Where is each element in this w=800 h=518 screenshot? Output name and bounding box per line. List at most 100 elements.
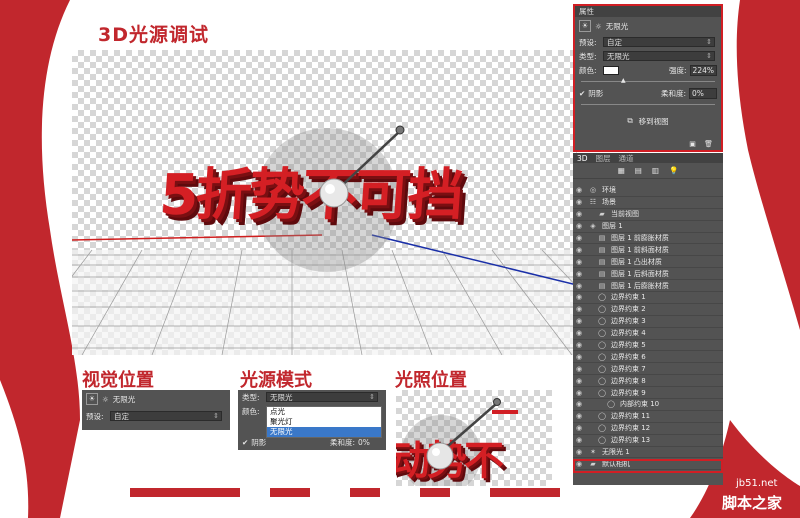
layer-row[interactable]: ◉ ◯ 边界约束 5 xyxy=(573,340,723,352)
layer-row[interactable]: ◉ ◯ 边界约束 8 xyxy=(573,375,723,388)
option-point-light[interactable]: 点光 xyxy=(267,407,381,417)
visibility-eye-icon[interactable]: ◉ xyxy=(573,448,585,456)
layer-row[interactable]: ◉ ▰ 默认相机 xyxy=(573,458,723,471)
visibility-eye-icon[interactable]: ◉ xyxy=(573,282,585,290)
visibility-eye-icon[interactable]: ◉ xyxy=(573,329,585,337)
render-icon[interactable]: ▣ xyxy=(689,140,696,148)
filter-material-icon[interactable]: ▥ xyxy=(652,166,659,175)
softness-field[interactable]: 0% xyxy=(689,87,717,99)
layer-row[interactable]: ◉ ◯ 内部约束 10 xyxy=(573,399,723,411)
slider-thumb-icon[interactable]: ▲ xyxy=(621,77,626,84)
visibility-eye-icon[interactable]: ◉ xyxy=(573,234,585,242)
visibility-eye-icon[interactable]: ◉ xyxy=(573,460,585,468)
constraint-icon: ◯ xyxy=(598,364,606,373)
layer-label: 边界约束 11 xyxy=(611,412,651,421)
layer-row[interactable]: ◉ ▤ 图层 1 前斜面材质 xyxy=(573,244,723,257)
option-spot-light[interactable]: 聚光灯 xyxy=(267,417,381,427)
mode-type-dropdown[interactable]: 无限光 xyxy=(266,392,378,402)
visual-preset-dropdown[interactable]: 自定 xyxy=(110,411,222,421)
material-icon: ▤ xyxy=(598,234,606,242)
layer-label: 边界约束 7 xyxy=(611,364,646,373)
mode-shadow-label: 阴影 xyxy=(251,437,267,447)
layer-row[interactable]: ◉ ◯ 边界约束 6 xyxy=(573,351,723,364)
crop-light-widget[interactable] xyxy=(396,390,552,486)
layer-label: 环境 xyxy=(602,186,616,195)
material-icon: ▤ xyxy=(598,281,606,290)
layer-row[interactable]: ◉ ◯ 边界约束 11 xyxy=(573,411,723,423)
mode-type-label: 类型: xyxy=(242,392,260,402)
trash-icon[interactable]: 🗑 xyxy=(704,140,713,148)
intensity-field[interactable]: 224% xyxy=(689,64,717,76)
layer-label: 边界约束 1 xyxy=(611,293,646,302)
light-widget[interactable] xyxy=(72,50,577,355)
layer-row[interactable]: ◉ ▰ 当前视图 xyxy=(573,209,723,221)
visibility-eye-icon[interactable]: ◉ xyxy=(573,436,585,444)
layer-label: 图层 1 后斜面材质 xyxy=(611,269,669,278)
filter-scene-icon[interactable]: ▦ xyxy=(618,166,625,175)
softness-slider[interactable] xyxy=(581,101,715,105)
layer-row[interactable]: ◉ ◯ 边界约束 7 xyxy=(573,363,723,376)
mode-softness-field[interactable]: 0% xyxy=(358,438,382,447)
shadow-checkbox[interactable]: ✔ xyxy=(579,89,585,98)
visibility-eye-icon[interactable]: ◉ xyxy=(573,270,585,278)
mode-shadow-checkbox[interactable]: ✔ xyxy=(242,438,248,447)
visibility-eye-icon[interactable]: ◉ xyxy=(573,412,585,420)
visibility-eye-icon[interactable]: ◉ xyxy=(573,317,585,325)
move-to-view-icon[interactable]: ⧉ xyxy=(627,116,632,126)
visibility-eye-icon[interactable]: ◉ xyxy=(573,186,585,194)
visibility-eye-icon[interactable]: ◉ xyxy=(573,389,585,397)
layer-row[interactable]: ◉ ◯ 边界约束 9 xyxy=(573,387,723,400)
visibility-eye-icon[interactable]: ◉ xyxy=(573,353,585,361)
layer-row[interactable]: ◉ ◈ 图层 1 xyxy=(573,221,723,233)
layers-3d-panel: 3D 图层 通道 ▦ ▤ ▥ 💡 ◉ ◎ 环境 ◉ ☷ 场景 ◉ ▰ 当前视图 ◉ ◈ 图层 1 ◉ ▤ 图… xyxy=(573,153,723,485)
layer-row[interactable]: ◉ ▤ 图层 1 前膨胀材质 xyxy=(573,233,723,245)
visibility-eye-icon[interactable]: ◉ xyxy=(573,377,585,385)
preset-dropdown[interactable]: 自定 xyxy=(603,37,715,47)
intensity-slider[interactable]: ▲ xyxy=(581,77,715,84)
layer-label: 图层 1 xyxy=(602,222,623,231)
layer-row[interactable]: ◉ ◯ 边界约束 12 xyxy=(573,423,723,435)
type-label: 类型: xyxy=(579,51,597,61)
filter-light-icon[interactable]: 💡 xyxy=(669,166,678,175)
layer-row[interactable]: ◉ ◯ 边界约束 4 xyxy=(573,328,723,340)
visibility-eye-icon[interactable]: ◉ xyxy=(573,246,585,254)
properties-tab[interactable]: 属性 xyxy=(579,6,594,17)
layer-row[interactable]: ◉ ◎ 环境 xyxy=(573,185,723,197)
layer-row[interactable]: ◉ ◯ 边界约束 13 xyxy=(573,435,723,447)
layer-row[interactable]: ◉ ✶ 无限光 1 xyxy=(573,447,723,459)
type-options-menu: 点光 聚光灯 无限光 xyxy=(266,406,382,438)
layer-row[interactable]: ◉ ▤ 图层 1 后膨胀材质 xyxy=(573,280,723,293)
visibility-eye-icon[interactable]: ◉ xyxy=(573,258,585,266)
visibility-eye-icon[interactable]: ◉ xyxy=(573,210,585,218)
move-to-view-button[interactable]: 移到视图 xyxy=(639,116,669,127)
visibility-eye-icon[interactable]: ◉ xyxy=(573,293,585,301)
layer-row[interactable]: ◉ ▤ 图层 1 凸出材质 xyxy=(573,256,723,269)
layer-label: 边界约束 8 xyxy=(611,376,646,385)
watermark-name: 脚本之家 xyxy=(722,494,783,512)
light-position-viewport[interactable]: 动势不 xyxy=(396,390,552,486)
visibility-eye-icon[interactable]: ◉ xyxy=(573,305,585,313)
layer-label: 边界约束 9 xyxy=(611,388,646,397)
layer-label: 边界约束 5 xyxy=(611,341,646,350)
visibility-eye-icon[interactable]: ◉ xyxy=(573,424,585,432)
layer-list: ◉ ◎ 环境 ◉ ☷ 场景 ◉ ▰ 当前视图 ◉ ◈ 图层 1 ◉ ▤ 图层 1 前膨胀材质 ◉ ▤ 图层 1 前… xyxy=(573,179,723,471)
layer-row[interactable]: ◉ ◯ 边界约束 1 xyxy=(573,292,723,304)
visibility-eye-icon[interactable]: ◉ xyxy=(573,365,585,373)
layer-row[interactable]: ◉ ◯ 边界约束 2 xyxy=(573,304,723,316)
visibility-eye-icon[interactable]: ◉ xyxy=(573,198,585,206)
tab-layers[interactable]: 图层 xyxy=(592,153,615,164)
tab-channels[interactable]: 通道 xyxy=(615,153,638,164)
color-swatch[interactable] xyxy=(603,65,619,75)
mode-softness-label: 柔和度: xyxy=(329,437,355,447)
main-3d-viewport[interactable]: 5折势不可挡 xyxy=(72,50,577,355)
visibility-eye-icon[interactable]: ◉ xyxy=(573,400,585,408)
filter-mesh-icon[interactable]: ▤ xyxy=(635,166,642,175)
layer-row[interactable]: ◉ ▤ 图层 1 后斜面材质 xyxy=(573,268,723,281)
tab-3d[interactable]: 3D xyxy=(573,154,592,163)
option-infinite-light[interactable]: 无限光 xyxy=(267,427,381,437)
visibility-eye-icon[interactable]: ◉ xyxy=(573,341,585,349)
layer-row[interactable]: ◉ ◯ 边界约束 3 xyxy=(573,316,723,328)
layer-row[interactable]: ◉ ☷ 场景 xyxy=(573,197,723,209)
visibility-eye-icon[interactable]: ◉ xyxy=(573,222,585,230)
type-dropdown[interactable]: 无限光 xyxy=(603,51,715,61)
